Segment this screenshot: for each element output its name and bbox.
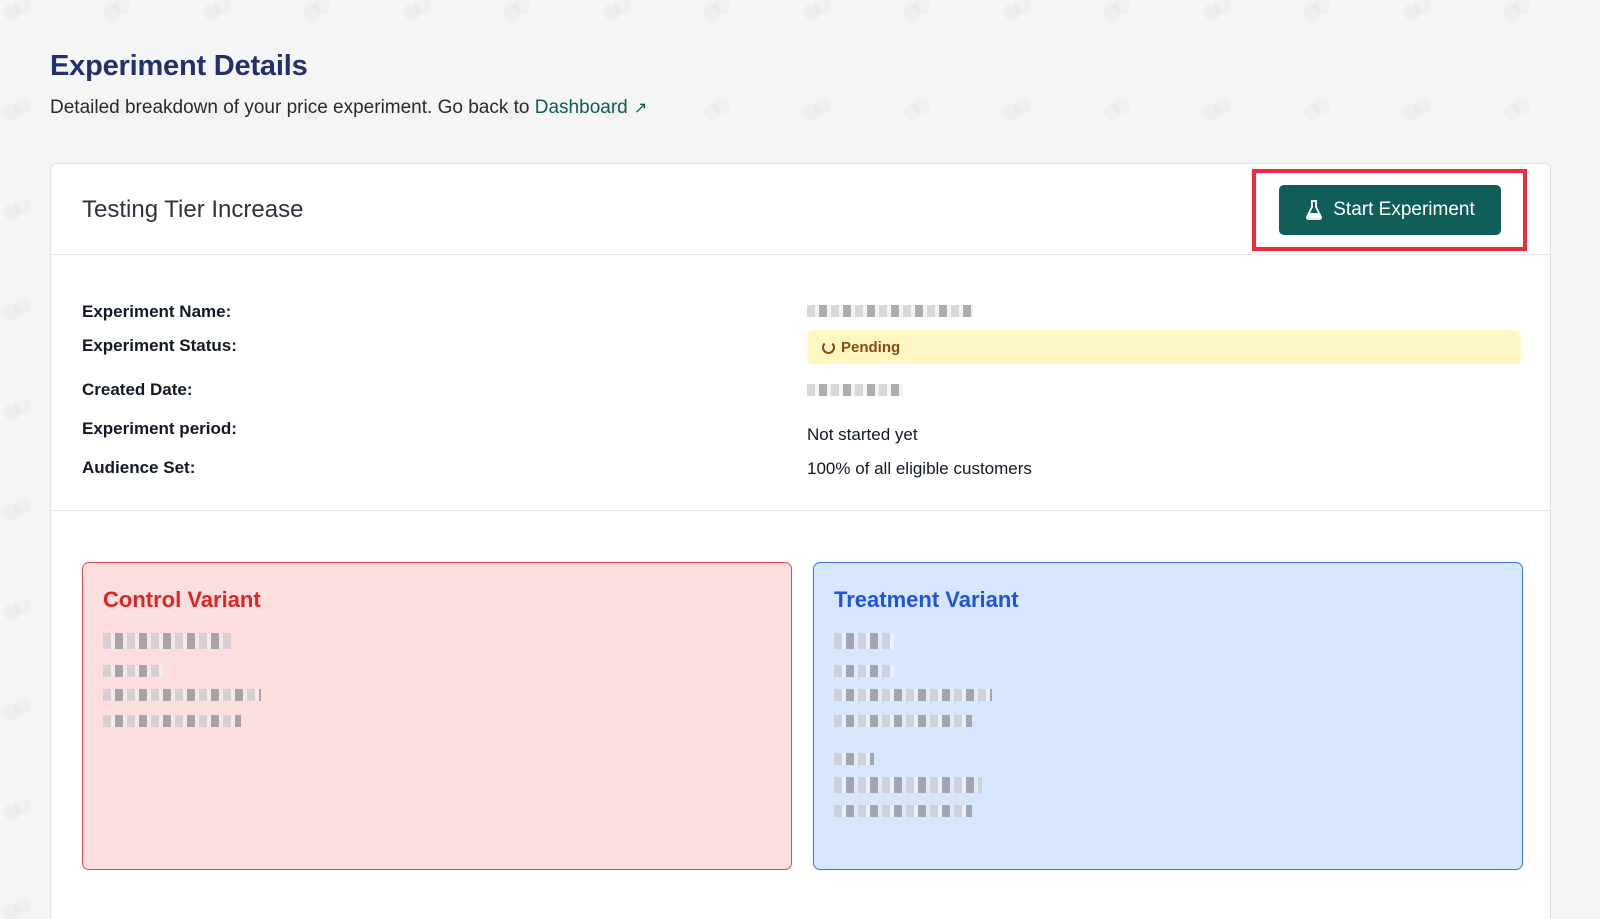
status-text: Pending xyxy=(841,338,901,356)
external-arrow-icon: ↗ xyxy=(633,100,648,117)
experiment-card: Testing Tier Increase Start Experiment E… xyxy=(50,163,1551,919)
page-title: Experiment Details xyxy=(50,50,308,82)
redacted-text xyxy=(834,777,982,793)
redacted-text xyxy=(834,715,972,727)
created-date-label: Created Date: xyxy=(82,380,193,399)
redacted-text xyxy=(834,633,894,649)
redacted-text xyxy=(834,665,894,677)
redacted-text xyxy=(807,304,973,317)
treatment-variant-card: Treatment Variant xyxy=(813,562,1523,870)
variants-section: Control Variant Treatment Variant xyxy=(51,511,1550,919)
start-experiment-button[interactable]: Start Experiment xyxy=(1279,185,1501,235)
audience-set-value: 100% of all eligible customers xyxy=(807,459,1032,478)
start-experiment-label: Start Experiment xyxy=(1333,199,1475,220)
dashboard-link-label: Dashboard xyxy=(534,97,628,118)
flask-icon xyxy=(1306,200,1323,220)
redacted-text xyxy=(103,633,231,649)
page-subtitle: Detailed breakdown of your price experim… xyxy=(50,97,647,119)
status-badge: Pending xyxy=(807,330,1521,364)
created-date-value xyxy=(807,379,903,399)
redacted-text xyxy=(103,715,241,727)
dashboard-link[interactable]: Dashboard ↗ xyxy=(535,97,647,118)
experiment-name-label: Experiment Name: xyxy=(82,302,232,321)
subtitle-text: Detailed breakdown of your price experim… xyxy=(50,97,530,118)
redacted-text xyxy=(834,753,874,765)
experiment-period-value: Not started yet xyxy=(807,425,918,444)
treatment-variant-title: Treatment Variant xyxy=(834,587,1019,612)
experiment-details: Experiment Name: Experiment Status: Pend… xyxy=(51,255,1550,511)
redacted-text xyxy=(807,383,903,396)
experiment-period-label: Experiment period: xyxy=(82,419,237,438)
experiment-status-label: Experiment Status: xyxy=(82,336,237,355)
redacted-text xyxy=(103,665,163,677)
experiment-name-value xyxy=(807,300,973,320)
redacted-text xyxy=(834,689,992,701)
page-header: Experiment Details Detailed breakdown of… xyxy=(50,50,647,119)
redacted-text xyxy=(103,689,261,701)
loading-circle-icon xyxy=(822,340,835,354)
experiment-title: Testing Tier Increase xyxy=(82,196,304,223)
control-variant-title: Control Variant xyxy=(103,587,261,612)
redacted-text xyxy=(834,805,972,817)
control-variant-card: Control Variant xyxy=(82,562,792,870)
audience-set-label: Audience Set: xyxy=(82,458,196,477)
card-header: Testing Tier Increase Start Experiment xyxy=(51,164,1550,255)
